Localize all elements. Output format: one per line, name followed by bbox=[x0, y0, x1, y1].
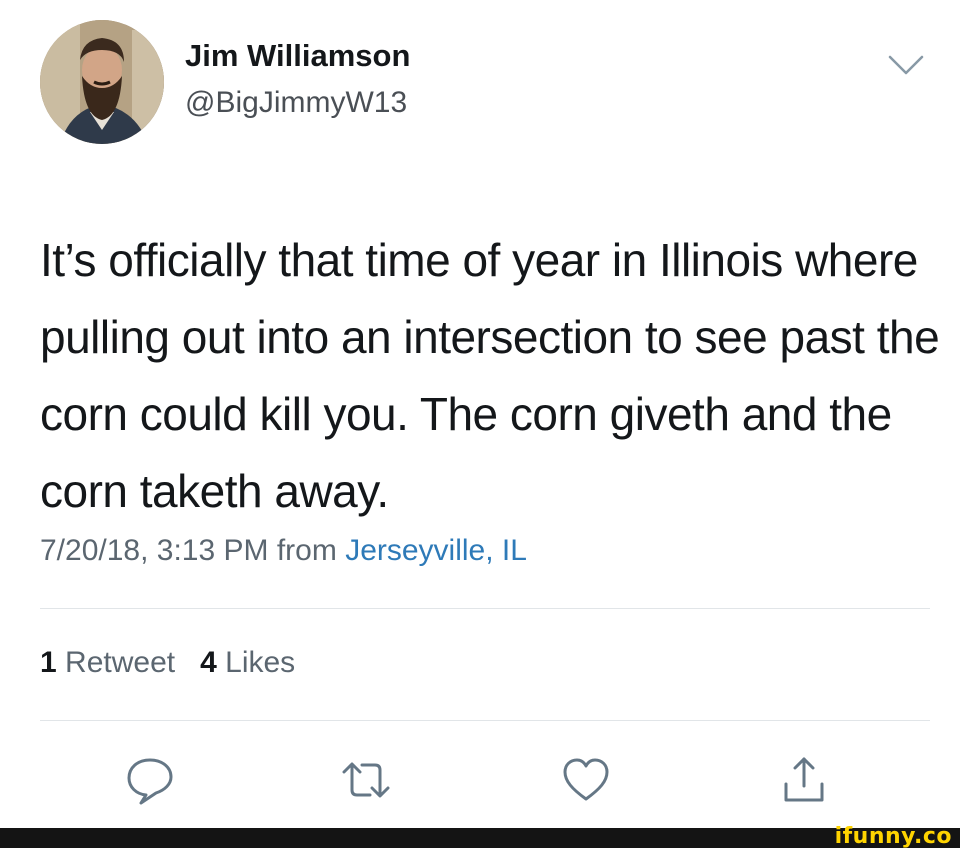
from-label: from bbox=[276, 534, 337, 567]
like-button[interactable] bbox=[560, 754, 612, 806]
reply-button[interactable] bbox=[124, 754, 176, 806]
share-icon bbox=[784, 757, 824, 802]
tweet-meta: 7/20/18, 3:13 PM from Jerseyville, IL bbox=[40, 534, 527, 568]
divider bbox=[40, 720, 930, 721]
like-count: 4 bbox=[200, 646, 217, 679]
avatar-image bbox=[40, 20, 164, 144]
tweet-location[interactable]: Jerseyville, IL bbox=[345, 534, 527, 567]
watermark-bar: ifunny.co bbox=[0, 824, 960, 848]
retweet-icon bbox=[342, 762, 390, 798]
heart-icon bbox=[563, 758, 609, 801]
like-stat[interactable]: 4 Likes bbox=[200, 646, 295, 679]
chevron-down-icon[interactable] bbox=[886, 52, 926, 78]
like-label: Likes bbox=[225, 646, 296, 679]
avatar[interactable] bbox=[40, 20, 164, 144]
ifunny-watermark: ifunny.co bbox=[834, 824, 952, 848]
tweet-timestamp[interactable]: 7/20/18, 3:13 PM bbox=[40, 534, 269, 567]
retweet-button[interactable] bbox=[340, 754, 392, 806]
share-button[interactable] bbox=[778, 754, 830, 806]
tweet-detail-page: Jim Williamson @BigJimmyW13 It’s officia… bbox=[0, 0, 960, 848]
retweet-stat[interactable]: 1 Retweet bbox=[40, 646, 175, 679]
divider bbox=[40, 608, 930, 609]
retweet-label: Retweet bbox=[65, 646, 176, 679]
reply-icon bbox=[127, 758, 173, 805]
tweet-stats: 1 Retweet 4 Likes bbox=[40, 646, 295, 680]
retweet-count: 1 bbox=[40, 646, 57, 679]
display-name[interactable]: Jim Williamson bbox=[185, 38, 410, 74]
tweet-text: It’s officially that time of year in Ill… bbox=[40, 234, 940, 517]
user-handle[interactable]: @BigJimmyW13 bbox=[185, 86, 407, 120]
